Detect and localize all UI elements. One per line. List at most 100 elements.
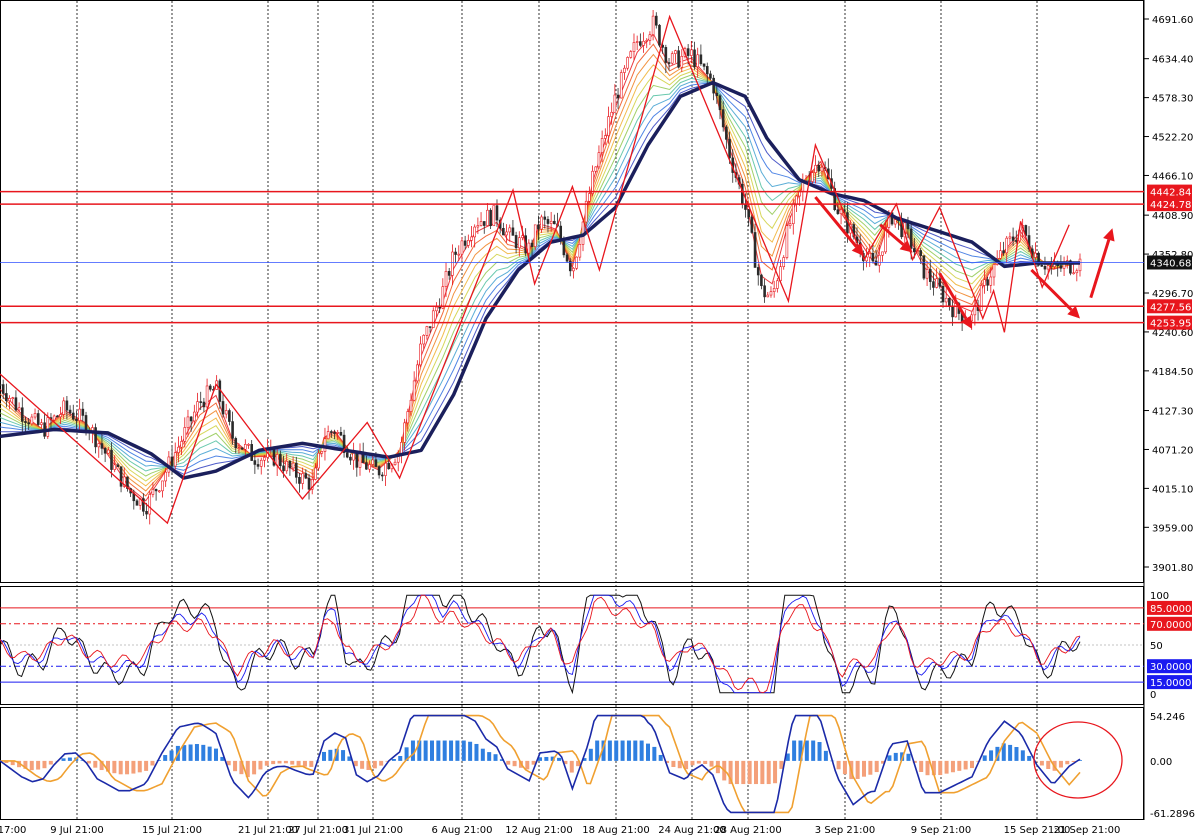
candle-body (992, 264, 996, 278)
candle-body (282, 465, 285, 472)
candle-body (457, 253, 461, 256)
macd-histogram-bar (887, 755, 892, 761)
candle-body (871, 253, 875, 262)
macd-histogram-bar (468, 741, 473, 761)
candle-body (632, 42, 636, 52)
macd-histogram-bar (652, 746, 657, 761)
candle-body (17, 407, 21, 411)
macd-tick-label: 0.00 (1150, 757, 1172, 768)
candle-body (597, 152, 601, 168)
macd-histogram-bar (163, 755, 168, 761)
candle-body (658, 24, 661, 46)
candle-body (52, 415, 56, 421)
candle-body (537, 224, 540, 230)
candle-body (715, 92, 719, 96)
macd-histogram-bar (646, 743, 650, 761)
candle-body (948, 297, 951, 307)
candle-body (425, 326, 429, 336)
candle-body (470, 236, 473, 241)
price-tick-label: 4691.60 (1152, 15, 1193, 26)
candle-body (951, 305, 954, 318)
macd-histogram-bar (620, 740, 625, 761)
candle-body (157, 490, 161, 493)
candle-body (718, 95, 722, 110)
candle-body (769, 291, 773, 296)
oscillator-level-label: 85.0000 (1150, 604, 1191, 615)
macd-histogram-bar (607, 740, 612, 761)
candle-body (517, 237, 521, 249)
candle-body (208, 385, 212, 390)
price-tick-label: 4127.30 (1152, 407, 1193, 418)
candle-body (489, 209, 492, 227)
candle-body (349, 456, 352, 461)
candle-body (785, 225, 789, 258)
macd-histogram-bar (379, 760, 384, 766)
trading-chart[interactable]: 4691.60 4634.40 4578.30 4522.20 4466.10 4408.… (0, 0, 1200, 837)
candle-body (387, 462, 390, 470)
candle-body (177, 446, 180, 453)
candle-body (1059, 265, 1063, 269)
candle-body (712, 77, 715, 94)
macd-tick-label: 54.246 (1150, 712, 1185, 723)
macd-histogram-bar (1027, 755, 1032, 761)
macd-histogram-bar (48, 760, 53, 765)
candle-body (588, 193, 591, 202)
candle-body (514, 235, 518, 249)
macd-histogram-bar (862, 760, 866, 777)
candle-body (999, 250, 1002, 259)
oscillator-tick-label: 50 (1150, 641, 1163, 652)
candle-body (110, 449, 113, 470)
candle-body (78, 408, 81, 421)
candle-body (409, 399, 413, 412)
candle-body (1046, 265, 1050, 270)
macd-histogram-bar (125, 760, 130, 775)
macd-histogram-bar (963, 760, 968, 770)
candle-body (374, 459, 378, 467)
candle-body (68, 409, 72, 414)
candle-body (107, 449, 110, 454)
candle-body (619, 72, 623, 99)
candle-body (623, 67, 626, 73)
macd-histogram-bar (182, 745, 187, 761)
macd-histogram-bar (36, 760, 41, 770)
macd-histogram-bar (112, 760, 117, 774)
price-tick-label: 4634.40 (1152, 55, 1193, 66)
candle-body (119, 466, 123, 487)
candle-body (71, 412, 75, 420)
macd-histogram-bar (302, 760, 307, 767)
candle-body (301, 473, 304, 484)
macd-histogram-bar (461, 740, 466, 761)
candle-body (1078, 258, 1082, 272)
candle-body (145, 511, 148, 515)
macd-histogram-bar (430, 740, 434, 761)
macd-histogram-bar (893, 752, 898, 761)
candle-body (677, 50, 680, 68)
candle-body (435, 306, 438, 312)
macd-histogram-bar (766, 760, 771, 785)
macd-histogram-bar (842, 760, 847, 775)
macd-histogram-bar (658, 754, 663, 761)
candle-body (333, 432, 336, 434)
macd-histogram-bar (614, 740, 619, 761)
time-axis: 17:00 9 Jul 21:00 15 Jul 21:00 21 Jul 21:00… (0, 825, 1120, 836)
macd-histogram-bar (741, 760, 746, 785)
macd-histogram-bar (42, 760, 47, 769)
candle-body (549, 220, 553, 224)
candle-body (664, 47, 668, 63)
candle-body (441, 286, 445, 309)
candle-body (938, 278, 942, 287)
candle-body (766, 294, 770, 298)
candle-body (1005, 237, 1009, 254)
candle-body (919, 250, 923, 256)
candle-body (40, 422, 43, 425)
candle-body (186, 416, 190, 428)
candle-body (941, 285, 945, 303)
macd-histogram-bar (906, 753, 911, 761)
candle-body (339, 432, 343, 436)
macd-histogram-bar (277, 760, 282, 764)
price-tick-label: 4015.10 (1152, 484, 1193, 495)
time-tick-label: 28 Aug 21:00 (714, 825, 781, 836)
macd-histogram-bar (747, 760, 752, 785)
price-tick-label: 3959.00 (1152, 523, 1193, 534)
candle-body (189, 416, 193, 422)
